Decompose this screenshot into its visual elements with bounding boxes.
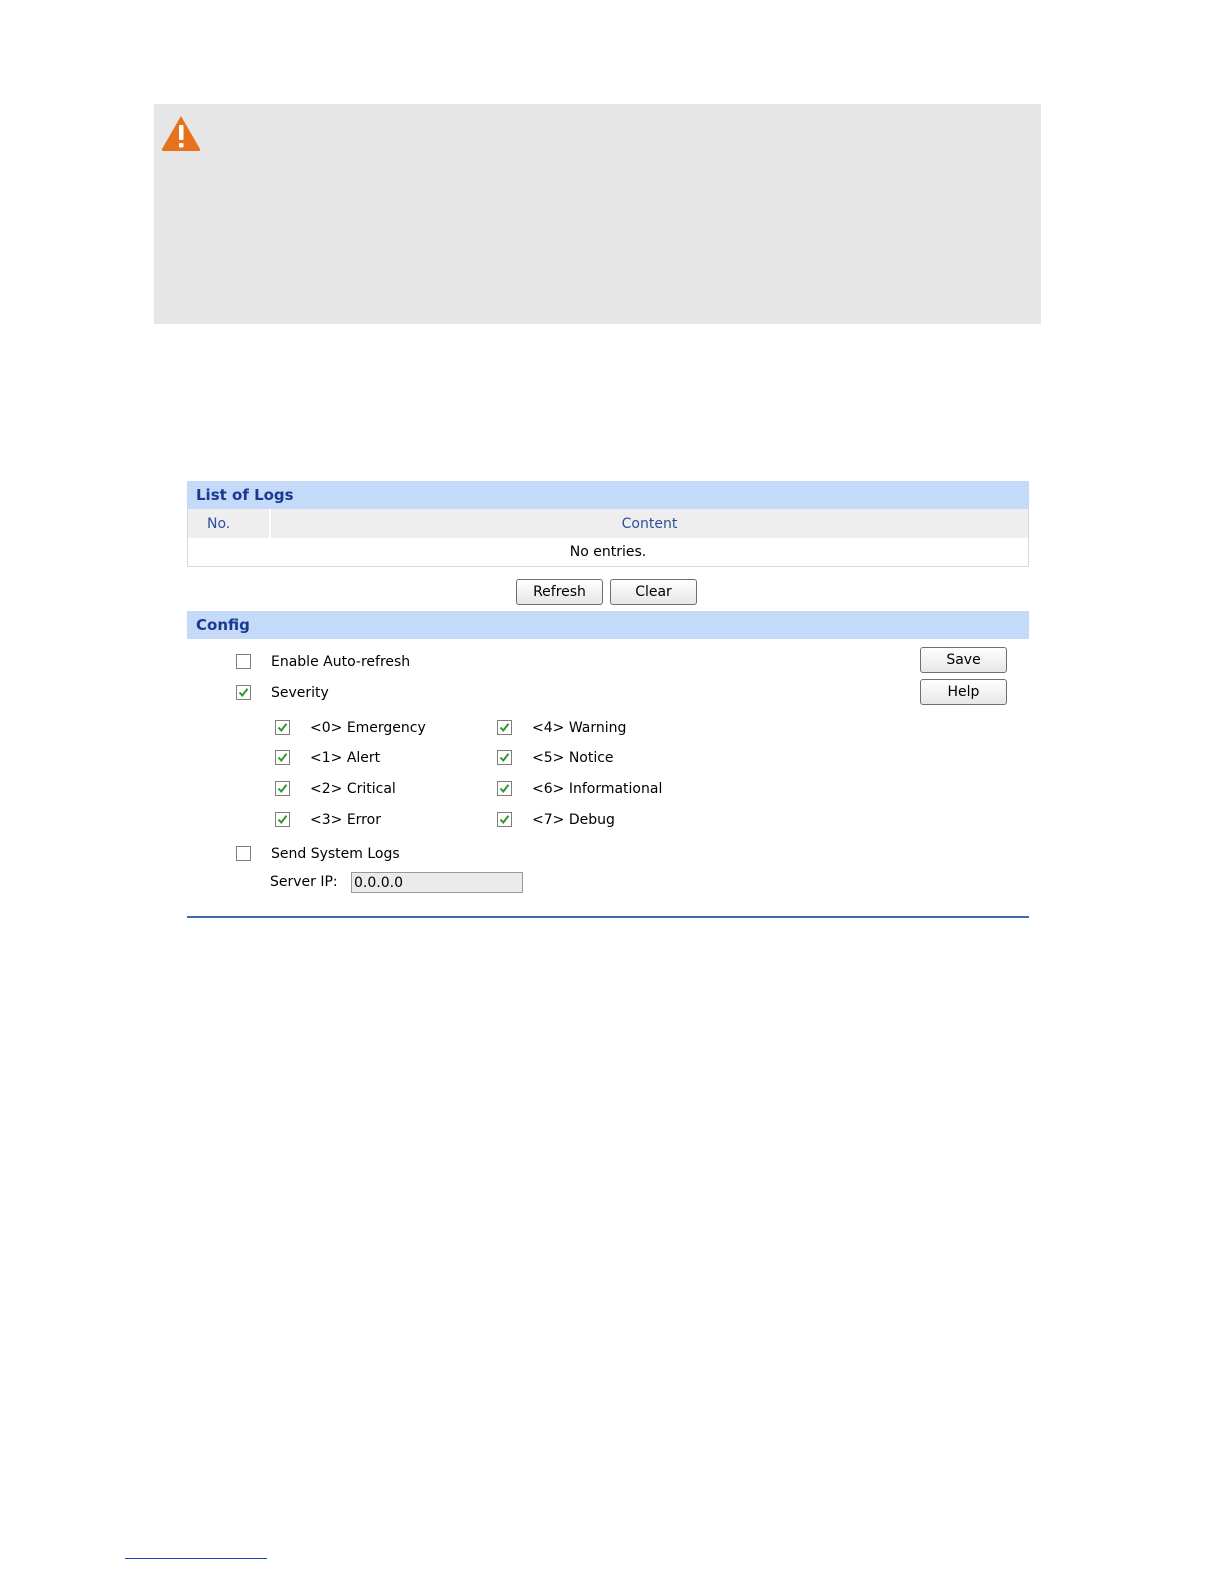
config-section: Save Help Enable Auto-refresh Severity <… (187, 639, 1029, 918)
log-actions: Refresh Clear (187, 567, 1029, 611)
severity-label: Severity (271, 685, 329, 701)
auto-refresh-checkbox[interactable] (236, 654, 251, 669)
save-button[interactable]: Save (920, 647, 1007, 673)
level-warning-label: <4> Warning (532, 720, 627, 736)
level-emergency-checkbox[interactable] (275, 720, 290, 735)
send-system-logs-checkbox[interactable] (236, 846, 251, 861)
page: List of Logs No. Content No entries. Ref… (0, 0, 1224, 1584)
clear-button[interactable]: Clear (610, 579, 697, 605)
warning-note (154, 104, 1041, 324)
empty-message: No entries. (187, 538, 1029, 567)
list-of-logs-header: List of Logs (187, 481, 1029, 509)
log-table: No. Content No entries. (187, 509, 1029, 567)
severity-checkbox[interactable] (236, 685, 251, 700)
level-alert-checkbox[interactable] (275, 750, 290, 765)
level-emergency-label: <0> Emergency (310, 720, 426, 736)
check-icon (277, 784, 288, 794)
send-system-logs-label: Send System Logs (271, 846, 400, 862)
system-log-panel: List of Logs No. Content No entries. Ref… (187, 481, 1029, 918)
check-icon (277, 753, 288, 763)
level-notice-checkbox[interactable] (497, 750, 512, 765)
level-informational-label: <6> Informational (532, 781, 663, 797)
level-alert-label: <1> Alert (310, 750, 381, 766)
level-warning-checkbox[interactable] (497, 720, 512, 735)
level-critical-checkbox[interactable] (275, 781, 290, 796)
check-icon (499, 784, 510, 794)
check-icon (277, 723, 288, 733)
auto-refresh-label: Enable Auto-refresh (271, 654, 411, 670)
check-icon (499, 753, 510, 763)
level-error-checkbox[interactable] (275, 812, 290, 827)
level-error-label: <3> Error (310, 812, 381, 828)
refresh-button[interactable]: Refresh (516, 579, 603, 605)
server-ip-label: Server IP: (270, 874, 338, 890)
column-header-no: No. (187, 509, 271, 538)
check-icon (499, 815, 510, 825)
level-debug-checkbox[interactable] (497, 812, 512, 827)
level-critical-label: <2> Critical (310, 781, 396, 797)
level-informational-checkbox[interactable] (497, 781, 512, 796)
level-notice-label: <5> Notice (532, 750, 614, 766)
table-row: No entries. (187, 538, 1029, 567)
config-header: Config (187, 611, 1029, 639)
check-icon (238, 688, 249, 698)
footer-link-underline (125, 1558, 267, 1559)
server-ip-input[interactable] (351, 872, 523, 893)
help-button[interactable]: Help (920, 679, 1007, 705)
column-header-content: Content (270, 509, 1029, 538)
log-table-header-row: No. Content (187, 509, 1029, 538)
check-icon (277, 815, 288, 825)
level-debug-label: <7> Debug (532, 812, 615, 828)
warning-triangle-icon (161, 116, 201, 151)
check-icon (499, 723, 510, 733)
